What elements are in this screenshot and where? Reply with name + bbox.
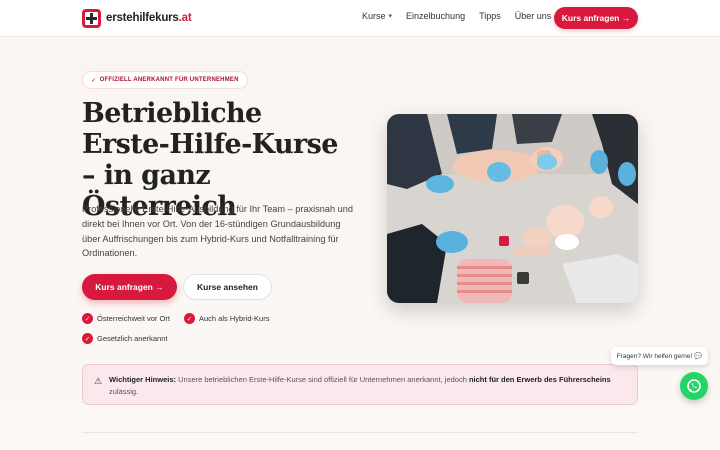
feature-item: ✓ Auch als Hybrid-Kurs — [184, 313, 269, 324]
check-icon: ✓ — [91, 77, 97, 84]
notice-text: Wichtiger Hinweis: Unsere betrieblichen … — [109, 375, 611, 396]
section-divider — [82, 432, 638, 433]
certification-badge: ✓ OFFIZIELL ANERKANNT FÜR UNTERNEHMEN — [82, 71, 248, 89]
badge-label: OFFIZIELL ANERKANNT FÜR UNTERNEHMEN — [99, 77, 239, 83]
check-circle-icon: ✓ — [82, 333, 93, 344]
whatsapp-icon — [687, 379, 701, 393]
feature-item: ✓ Österreichweit vor Ort — [82, 313, 170, 324]
chat-prompt-bubble[interactable]: Fragen? Wir helfen gerne! 💬 — [611, 347, 708, 365]
nav-item-kurse[interactable]: Kurse ▾ — [362, 11, 392, 21]
whatsapp-chat-button[interactable] — [680, 372, 708, 400]
check-circle-icon: ✓ — [184, 313, 195, 324]
nav-item-einzelbuchung[interactable]: Einzelbuchung — [406, 11, 465, 21]
feature-item: ✓ Gesetzlich anerkannt — [82, 333, 167, 344]
main-nav: Kurse ▾ Einzelbuchung Tipps Über uns — [362, 11, 565, 21]
site-header: erstehilfekurs.at Kurse ▾ Einzelbuchung T… — [0, 0, 720, 37]
warning-icon: ⚠ — [94, 376, 103, 386]
header-request-course-button[interactable]: Kurs anfragen → — [554, 7, 638, 29]
cpr-training-photo — [387, 114, 638, 303]
hero-description: Professionelle Erste-Hilfe-Ausbildung fü… — [82, 204, 353, 259]
nav-item-tipps[interactable]: Tipps — [479, 11, 501, 21]
logo[interactable]: erstehilfekurs.at — [82, 8, 192, 28]
chevron-down-icon: ▾ — [388, 13, 393, 20]
nav-item-ueber-uns[interactable]: Über uns — [515, 11, 552, 21]
hero-section: ✓ OFFIZIELL ANERKANNT FÜR UNTERNEHMEN Be… — [0, 38, 720, 450]
logo-text: erstehilfekurs.at — [106, 12, 192, 24]
important-notice: ⚠ Wichtiger Hinweis: Unsere betriebliche… — [82, 364, 638, 405]
check-circle-icon: ✓ — [82, 313, 93, 324]
request-course-button[interactable]: Kurs anfragen → — [82, 274, 177, 300]
view-courses-button[interactable]: Kurse ansehen — [183, 274, 272, 300]
first-aid-logo-icon — [82, 8, 101, 28]
